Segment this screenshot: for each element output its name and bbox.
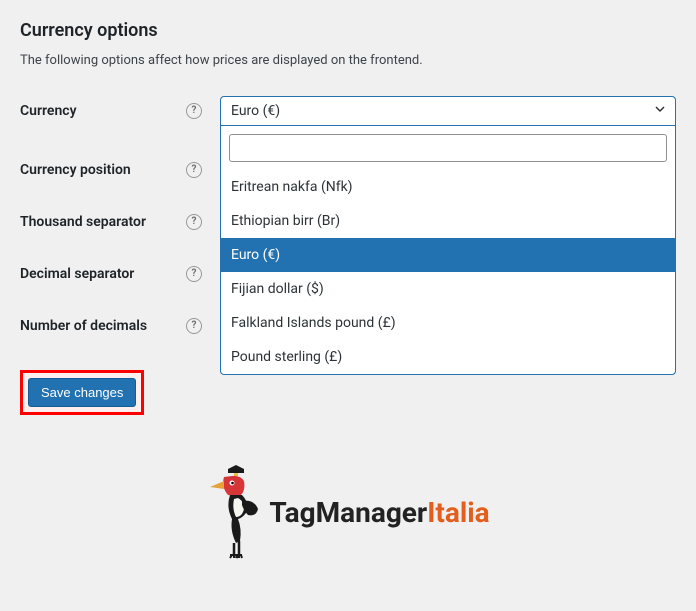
currency-label-wrapper: Currency — [20, 103, 220, 119]
page-description: The following options affect how prices … — [20, 53, 676, 68]
thousand-separator-label-wrapper: Thousand separator — [20, 214, 220, 230]
currency-label: Currency — [20, 103, 77, 119]
currency-select[interactable]: Euro (€) Eritrean nakfa (Nfk)Ethiopian b… — [220, 96, 676, 126]
save-button[interactable]: Save changes — [28, 378, 136, 407]
help-icon[interactable] — [186, 162, 202, 178]
logo-wrapper: TagManagerItalia — [206, 465, 489, 560]
dropdown-search-input[interactable] — [229, 134, 667, 162]
help-icon[interactable] — [186, 103, 202, 119]
chevron-down-icon — [654, 103, 666, 119]
logo-brand-main: TagManager — [269, 496, 427, 529]
dropdown-option[interactable]: Pound sterling (£) — [221, 340, 675, 374]
help-icon[interactable] — [186, 318, 202, 334]
logo-brand-accent: Italia — [427, 496, 489, 529]
currency-selected-value: Euro (€) — [231, 103, 280, 119]
help-icon[interactable] — [186, 266, 202, 282]
help-icon[interactable] — [186, 214, 202, 230]
thousand-separator-label: Thousand separator — [20, 214, 146, 230]
currency-position-label-wrapper: Currency position — [20, 162, 220, 178]
currency-row: Currency Euro (€) Eritrean nakfa (Nfk)Et… — [20, 96, 676, 126]
dropdown-options-list[interactable]: Eritrean nakfa (Nfk)Ethiopian birr (Br)E… — [221, 170, 675, 374]
dropdown-search-wrapper — [221, 126, 675, 170]
number-of-decimals-label: Number of decimals — [20, 318, 147, 334]
dropdown-option[interactable]: Euro (€) — [221, 238, 675, 272]
logo-section: TagManagerItalia — [20, 465, 676, 564]
decimal-separator-label: Decimal separator — [20, 266, 134, 282]
woodpecker-icon — [206, 465, 261, 560]
currency-position-label: Currency position — [20, 162, 131, 178]
currency-options-form: Currency Euro (€) Eritrean nakfa (Nfk)Et… — [20, 96, 676, 334]
decimal-separator-label-wrapper: Decimal separator — [20, 266, 220, 282]
page-title: Currency options — [20, 20, 676, 41]
currency-select-display[interactable]: Euro (€) — [220, 96, 676, 126]
dropdown-option[interactable]: Eritrean nakfa (Nfk) — [221, 170, 675, 204]
save-highlight-box: Save changes — [20, 370, 144, 415]
logo-text: TagManagerItalia — [269, 496, 489, 529]
dropdown-option[interactable]: Ethiopian birr (Br) — [221, 204, 675, 238]
dropdown-option[interactable]: Falkland Islands pound (£) — [221, 306, 675, 340]
dropdown-option[interactable]: Fijian dollar ($) — [221, 272, 675, 306]
currency-dropdown: Eritrean nakfa (Nfk)Ethiopian birr (Br)E… — [220, 126, 676, 375]
number-of-decimals-label-wrapper: Number of decimals — [20, 318, 220, 334]
